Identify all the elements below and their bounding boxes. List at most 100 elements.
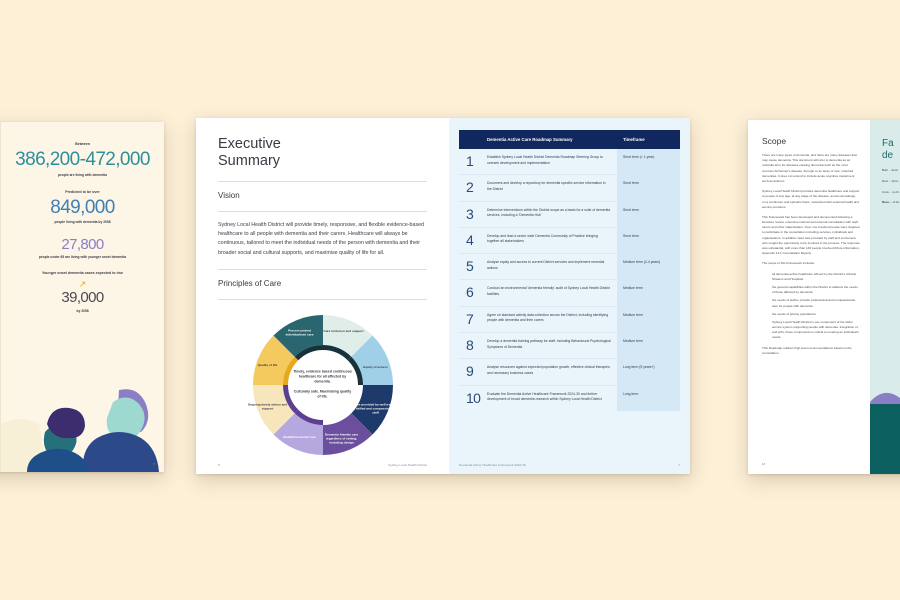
divider-3 — [218, 268, 427, 270]
row-2-action: Document and develop a repository for de… — [481, 174, 617, 202]
table-row[interactable]: 1 Establish Sydney Local Health District… — [459, 149, 680, 176]
table-row[interactable]: 6 Conduct an environmental 'dementia fri… — [459, 279, 680, 307]
row-1-timeframe: Short term (< 1 year) — [617, 149, 680, 176]
left-doc-stats-page: Between 386,200-472,000 people are livin… — [0, 122, 164, 472]
facts-paragraph-1: Both …demi — [882, 168, 898, 172]
center-right-footer: Dementia Active Healthcare Framework 202… — [459, 463, 680, 467]
table-row[interactable]: 9 Analyse resources against expected pop… — [459, 358, 680, 386]
row-5-number: 5 — [459, 253, 481, 281]
page-title-line-2: Summary — [218, 153, 281, 170]
scope-paragraph-2: Sydney Local Health District provides de… — [762, 189, 860, 209]
row-7-action: Agree on standard activity data collecti… — [481, 306, 617, 334]
center-right-page-number: 7 — [678, 463, 680, 467]
wheel-core-text-1: Timely, evidence based continuous health… — [293, 369, 352, 384]
row-4-number: 4 — [459, 227, 481, 255]
divider-2 — [218, 211, 427, 213]
row-10-action: Evaluate the Dementia Active Healthcare … — [487, 391, 602, 402]
row-4-timeframe: Short term — [617, 227, 680, 255]
divider-1 — [218, 181, 427, 183]
facts-heading-line-2: de — [882, 150, 894, 161]
center-left-page-number: 6 — [218, 463, 220, 467]
scope-closing: This Roadmap outlines high level recomme… — [762, 345, 852, 355]
table-row[interactable]: 3 Determine interventions within the Dis… — [459, 201, 680, 228]
roadmap-col-number — [459, 130, 481, 149]
vision-heading: Vision — [218, 191, 240, 201]
wheel-segment-dementia-friendly-care: Dementia friendly care regardless of set… — [324, 432, 359, 445]
scope-paragraph-3: This Framework has been developed and do… — [762, 214, 860, 256]
roadmap-header-row: Dementia Active Care Roadmap Summary Tim… — [459, 130, 680, 149]
row-2-number: 2 — [459, 174, 481, 202]
row-8-number: 8 — [459, 332, 481, 360]
roadmap-col-summary: Dementia Active Care Roadmap Summary — [481, 130, 617, 149]
wheel-segment-skilled-staff: Care provided by well trained, skilled a… — [353, 402, 398, 415]
stat-3-sub: people under 65 are living with younger … — [38, 255, 127, 260]
left-doc-page-number: 5 — [153, 462, 155, 466]
roadmap-summary-page: Dementia Active Care Roadmap Summary Tim… — [449, 118, 690, 474]
row-2-timeframe: Short term — [617, 174, 680, 202]
facts-note-label: Reso… — [882, 200, 892, 205]
list-item: the needs of staff to provide profession… — [766, 297, 860, 308]
row-9-action: Analyse resources against expected popul… — [481, 358, 617, 386]
stat-1-value: 386,200-472,000 — [15, 149, 150, 171]
center-spread: Executive Summary Vision Sydney Local He… — [196, 118, 690, 474]
row-9-number: 9 — [459, 358, 481, 386]
row-3-action: Determine interventions within the Distr… — [481, 201, 617, 228]
row-10-number: 10 — [466, 389, 481, 406]
teal-block-illustration — [870, 404, 900, 474]
row-1-number: 1 — [459, 149, 481, 176]
wheel-segment-person-centred-care: Person-centred individualised care — [285, 328, 314, 337]
page-title: Executive Summary — [218, 136, 427, 170]
stat-3-value: 27,800 — [61, 236, 104, 254]
wheel-segment-care-inclusion: Care inclusion and support — [323, 328, 364, 333]
roadmap-table-body: 1 Establish Sydney Local Health District… — [459, 149, 680, 411]
executive-summary-page: Executive Summary Vision Sydney Local He… — [196, 118, 449, 474]
stat-2-sub: people living with dementia by 2058 — [54, 220, 111, 225]
vision-text: Sydney Local Health District will provid… — [218, 222, 424, 256]
table-row[interactable]: 2 Document and develop a repository for … — [459, 174, 680, 202]
list-item: the needs of priority populations — [766, 311, 860, 317]
wheel-core-text-2: Culturally safe. Maximising quality of l… — [293, 389, 352, 399]
roadmap-table: Dementia Active Care Roadmap Summary Tim… — [459, 130, 680, 411]
stat-4-label: Younger onset dementia cases expected to… — [41, 271, 124, 276]
row-6-timeframe: Medium term — [617, 279, 680, 307]
scope-paragraph-1: There are many types of dementia, and th… — [762, 153, 857, 183]
list-item: the general capabilities within the Dist… — [766, 284, 860, 295]
scope-bullet-list: all dementia active healthcare offered b… — [766, 271, 860, 341]
wheel-segment-ongoing-advice: Ongoing timely advice and support — [247, 402, 288, 411]
row-5-timeframe: Medium term (2-4 years) — [617, 253, 680, 281]
center-left-footer-text: Sydney Local Health District — [388, 463, 427, 467]
facts-note: Reso… of.be… — [882, 200, 900, 205]
row-5-action: Analyse equity and access to current Dis… — [481, 253, 617, 281]
row-6-number: 6 — [459, 279, 481, 307]
right-document-spread[interactable]: Scope There are many types of dementia, … — [748, 120, 900, 474]
row-6-action: Conduct an environmental 'dementia frien… — [481, 279, 617, 307]
left-document-spread[interactable]: ...nt ...n …ve illness …nacological …ndi… — [0, 122, 164, 472]
table-row[interactable]: 4 Develop and lead a sector wide Dementi… — [459, 227, 680, 255]
scope-paragraph-4: The scope of this Framework includes: — [762, 261, 815, 266]
roadmap-col-timeframe: Timeframe — [617, 130, 680, 149]
facts-heading-line-1: Fa — [882, 138, 894, 149]
center-document-spread[interactable]: Executive Summary Vision Sydney Local He… — [196, 118, 690, 474]
wheel-center-statement: Timely, evidence based continuous health… — [288, 350, 357, 420]
wheel-segment-quality-of-life: Quality of life — [257, 362, 278, 367]
principles-of-care-wheel: Timely, evidence based continuous health… — [242, 309, 404, 461]
page-title-line-1: Executive — [218, 136, 281, 152]
table-row[interactable]: 8 Develop a dementia training pathway fo… — [459, 332, 680, 360]
screenshot-stage: ...nt ...n …ve illness …nacological …ndi… — [0, 0, 900, 600]
wheel-segment-multidimensional-care: Multidimensional care — [283, 434, 316, 439]
facts-paragraph-2: Dem… burd… and … is so… — [882, 178, 900, 183]
stat-2-label: Predicted to be over — [65, 189, 100, 194]
row-4-action: Develop and lead a sector wide Dementia … — [481, 227, 617, 255]
center-right-footer-text: Dementia Active Healthcare Framework 202… — [459, 463, 526, 467]
table-row[interactable]: 10 Evaluate the Dementia Active Healthca… — [459, 385, 680, 411]
scope-heading: Scope — [762, 136, 787, 146]
trend-up-arrow-icon: ↗ — [78, 279, 87, 290]
facts-note-text: of.be… — [892, 200, 900, 205]
row-8-timeframe: Medium term — [617, 332, 680, 360]
people-illustration — [1, 380, 164, 472]
table-row[interactable]: 5 Analyse equity and access to current D… — [459, 253, 680, 281]
facts-page: Fa de Both …demi Dem… burd… and … is so…… — [870, 120, 900, 474]
list-item: Sydney Local Health District is one comp… — [766, 319, 860, 341]
stat-2-value: 849,000 — [50, 196, 115, 218]
table-row[interactable]: 7 Agree on standard activity data collec… — [459, 306, 680, 334]
